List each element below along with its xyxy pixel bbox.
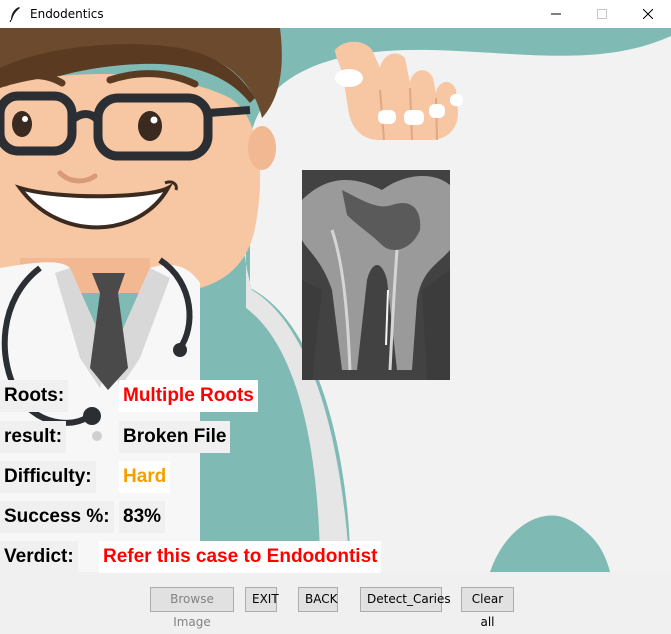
minimize-button[interactable] — [533, 0, 579, 28]
back-button[interactable]: BACK — [298, 587, 338, 612]
roots-label: Roots: — [0, 380, 69, 412]
window-title: Endodentics — [30, 7, 104, 21]
close-icon — [643, 9, 653, 19]
result-value: Broken File — [119, 421, 231, 453]
xray-image — [302, 170, 450, 380]
exit-button[interactable]: EXIT — [245, 587, 279, 612]
maximize-button[interactable] — [579, 0, 625, 28]
close-button[interactable] — [625, 0, 671, 28]
difficulty-label: Difficulty: — [0, 461, 96, 493]
detect-caries-button[interactable]: Detect_Caries — [360, 587, 451, 612]
verdict-label: Verdict: — [0, 541, 78, 573]
clear-all-button[interactable]: Clear all — [461, 587, 514, 629]
result-label: result: — [0, 421, 67, 453]
browse-image-button[interactable]: Browse Image — [150, 587, 234, 629]
difficulty-value: Hard — [119, 461, 171, 493]
feather-icon — [8, 6, 22, 23]
success-value: 83% — [119, 501, 166, 533]
image-canvas — [0, 28, 671, 572]
roots-value: Multiple Roots — [119, 380, 258, 412]
verdict-value: Refer this case to Endodontist — [99, 541, 382, 573]
title-bar: Endodentics — [0, 0, 671, 28]
maximize-icon — [597, 9, 607, 19]
minimize-icon — [551, 13, 561, 15]
success-label: Success %: — [0, 501, 114, 533]
